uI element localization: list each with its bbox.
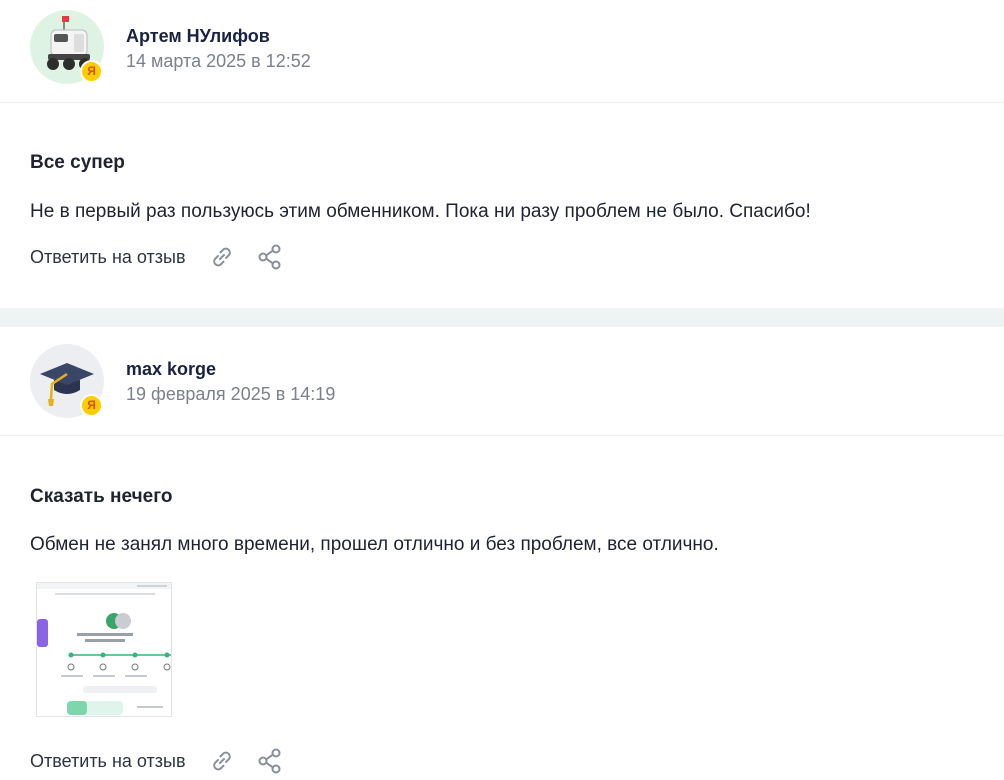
review-header: Я Артем НУлифов 14 марта 2025 в 12:52 [0,0,1004,103]
reply-button[interactable]: Ответить на отзыв [30,751,186,772]
review-header: Я max korge 19 февраля 2025 в 14:19 [0,333,1004,436]
share-icon[interactable] [256,243,284,271]
author-name[interactable]: max korge [126,359,216,380]
review-text: Обмен не занял много времени, прошел отл… [30,534,719,555]
review-title: Сказать нечего [30,486,173,507]
review-date: 14 марта 2025 в 12:52 [126,51,311,71]
review-card: Я max korge 19 февраля 2025 в 14:19 Сказ… [0,333,1004,555]
review-card: Я Артем НУлифов 14 марта 2025 в 12:52 Вс… [0,0,1004,270]
review-title: Все супер [30,152,125,173]
link-icon[interactable] [208,747,236,775]
avatar: Я [30,10,104,84]
link-icon[interactable] [208,243,236,271]
review-date: 19 февраля 2025 в 14:19 [126,384,336,404]
review-separator [0,308,1004,327]
author-name[interactable]: Артем НУлифов [126,26,270,47]
review-text: Не в первый раз пользуюсь этим обменнико… [30,201,811,222]
review-actions: Ответить на отзыв [30,746,284,776]
review-actions: Ответить на отзыв [30,242,284,272]
share-icon[interactable] [256,747,284,775]
avatar: Я [30,344,104,418]
attachment-thumbnail[interactable] [36,582,172,717]
reply-button[interactable]: Ответить на отзыв [30,247,186,268]
yandex-badge: Я [80,394,103,417]
yandex-badge: Я [80,60,103,83]
